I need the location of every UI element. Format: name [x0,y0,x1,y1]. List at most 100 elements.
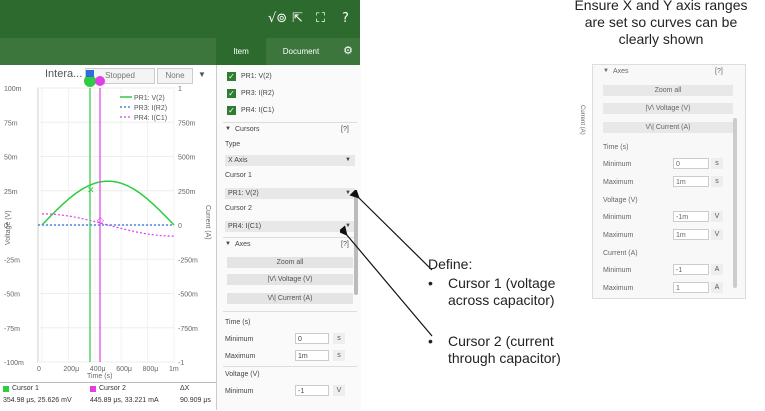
time-max-input[interactable]: 1m [295,350,329,361]
voltage-axis-button[interactable]: |V\ Voltage (V) [227,274,353,285]
y-tick-right: 250m [178,189,196,196]
cursor-table: Cursor 1 Cursor 2 ΔX 354.98 μs, 25.626 m… [0,382,216,411]
y-tick-left: -25m [4,257,20,264]
inset-volt-max-label: Maximum [603,232,634,239]
inset-voltage-button[interactable]: |V\ Voltage (V) [603,103,733,114]
inset-time-max-input[interactable]: 1m [673,176,709,187]
time-max-label: Maximum [225,353,256,360]
x-tick: 1m [169,366,179,373]
cursor2-label: Cursor 2 [225,205,252,212]
top-toolbar: √⊚ ⇱ ⛶ ? [0,0,360,38]
arrow-cursor1 [349,190,433,271]
x-tick: 0 [37,366,41,373]
inset-volt-min-input[interactable]: -1m [673,211,709,222]
inset-cur-max-unit: A [711,282,723,293]
y-tick-right: 500m [178,155,196,162]
inset-time-min-label: Minimum [603,161,632,168]
tab-item[interactable]: Item [216,38,266,65]
bullet-dot-2: • [428,333,433,349]
chevron-down-icon: ▼ [345,157,351,163]
divider [223,366,357,367]
cursors-section-title[interactable]: Cursors [235,126,260,133]
probe-checkbox-1[interactable]: ✓ [227,72,236,81]
tab-document[interactable]: Document [266,38,336,65]
probe-checkbox-3[interactable]: ✓ [227,106,236,115]
inset-time-min-unit: s [711,158,723,169]
voltage-section-label: Voltage (V) [225,371,260,378]
y-tick-left: 100m [4,86,22,93]
inset-cur-min-unit: A [711,264,723,275]
inset-volt-max-input[interactable]: 1m [673,229,709,240]
y-tick-right: 1 [178,86,182,93]
current-axis-button[interactable]: V\| Current (A) [227,293,353,304]
panel-tabs: Item Document ⚙ [216,38,360,65]
waveform-plot[interactable]: ✕ ◇ 100m 1 75m 750m 50m 500m 25m 250m 0 0 -25m -250… [0,65,216,383]
bullet-cursor2: Cursor 2 (current through capacitor) [448,333,561,366]
volt-min-unit: V [333,385,345,396]
cursor1-handle-top[interactable] [86,70,94,77]
cursor2-handle[interactable] [95,76,105,86]
cursor1-header: Cursor 1 [12,385,39,392]
cursor1-marker: ✕ [87,185,95,195]
time-max-unit: s [333,350,345,361]
inset-zoom-all-button[interactable]: Zoom all [603,85,733,96]
cursor1-value: 354.98 μs, 25.626 mV [3,397,72,404]
arrow-cursor2 [340,225,433,337]
time-min-input[interactable]: 0 [295,333,329,344]
cursor2-header: Cursor 2 [99,385,126,392]
x-tick: 800μ [143,366,159,373]
wave-icon[interactable]: √⊚ [268,11,287,26]
chevron-down-icon[interactable]: ▼ [225,241,231,247]
volt-min-label: Minimum [225,388,254,395]
y-tick-left: -75m [4,326,20,333]
cursor1-select[interactable]: PR1: V(2) ▼ [225,188,355,199]
inset-time-min-input[interactable]: 0 [673,158,709,169]
cursor2-marker: ◇ [97,215,104,225]
axes-section-title[interactable]: Axes [235,241,251,248]
divider [223,237,357,238]
type-select[interactable]: X Axis ▼ [225,155,355,166]
cursor1-select-value: PR1: V(2) [228,190,259,197]
y-tick-left: -100m [4,360,24,367]
y-tick-left: -50m [4,292,20,299]
series-v2 [41,180,175,226]
inset-axes-title: Axes [613,68,629,75]
inset-cur-min-input[interactable]: -1 [673,264,709,275]
cursor1-label: Cursor 1 [225,172,252,179]
probe-label-2: PR3: I(R2) [241,90,275,97]
inset-current-button[interactable]: V\| Current (A) [603,122,733,133]
cursor2-select-value: PR4: I(C1) [228,223,262,230]
help-icon[interactable]: ? [342,11,349,26]
type-select-value: X Axis [228,157,248,164]
y-tick-left: 75m [4,120,18,127]
plot-header-bar [0,38,216,65]
x-tick: 400μ [90,366,106,373]
inset-time-label: Time (s) [603,144,629,151]
inset-time-max-unit: s [711,176,723,187]
fullscreen-icon[interactable]: ⛶ [316,11,325,26]
export-icon[interactable]: ⇱ [292,11,303,26]
time-min-label: Minimum [225,336,254,343]
bullet-cursor1: Cursor 1 (voltage across capacitor) [448,275,556,308]
inset-scrollbar[interactable] [733,118,737,288]
cursor2-select[interactable]: PR4: I(C1) ▼ [225,221,355,232]
delta-x-header: ΔX [180,385,190,392]
probe-checkbox-2[interactable]: ✓ [227,89,236,98]
cursors-help-link[interactable]: [?] [341,126,349,133]
gear-icon[interactable]: ⚙ [338,38,358,65]
inset-volt-min-label: Minimum [603,214,632,221]
y-axis-label-left: Voltage (V) [5,210,12,245]
y-tick-right: 750m [178,120,196,127]
time-section-label: Time (s) [225,319,251,326]
inset-help: [?] [715,68,723,75]
y-tick-left: 50m [4,155,18,162]
inset-volt-min-unit: V [711,211,723,222]
inset-cur-max-label: Maximum [603,285,634,292]
chevron-down-icon[interactable]: ▼ [225,126,231,132]
zoom-all-button[interactable]: Zoom all [227,257,353,268]
divider [223,122,357,123]
inset-cur-max-input[interactable]: 1 [673,282,709,293]
volt-min-input[interactable]: -1 [295,385,329,396]
inset-current-label: Current (A) [603,250,638,257]
chevron-down-icon: ▼ [603,68,609,74]
